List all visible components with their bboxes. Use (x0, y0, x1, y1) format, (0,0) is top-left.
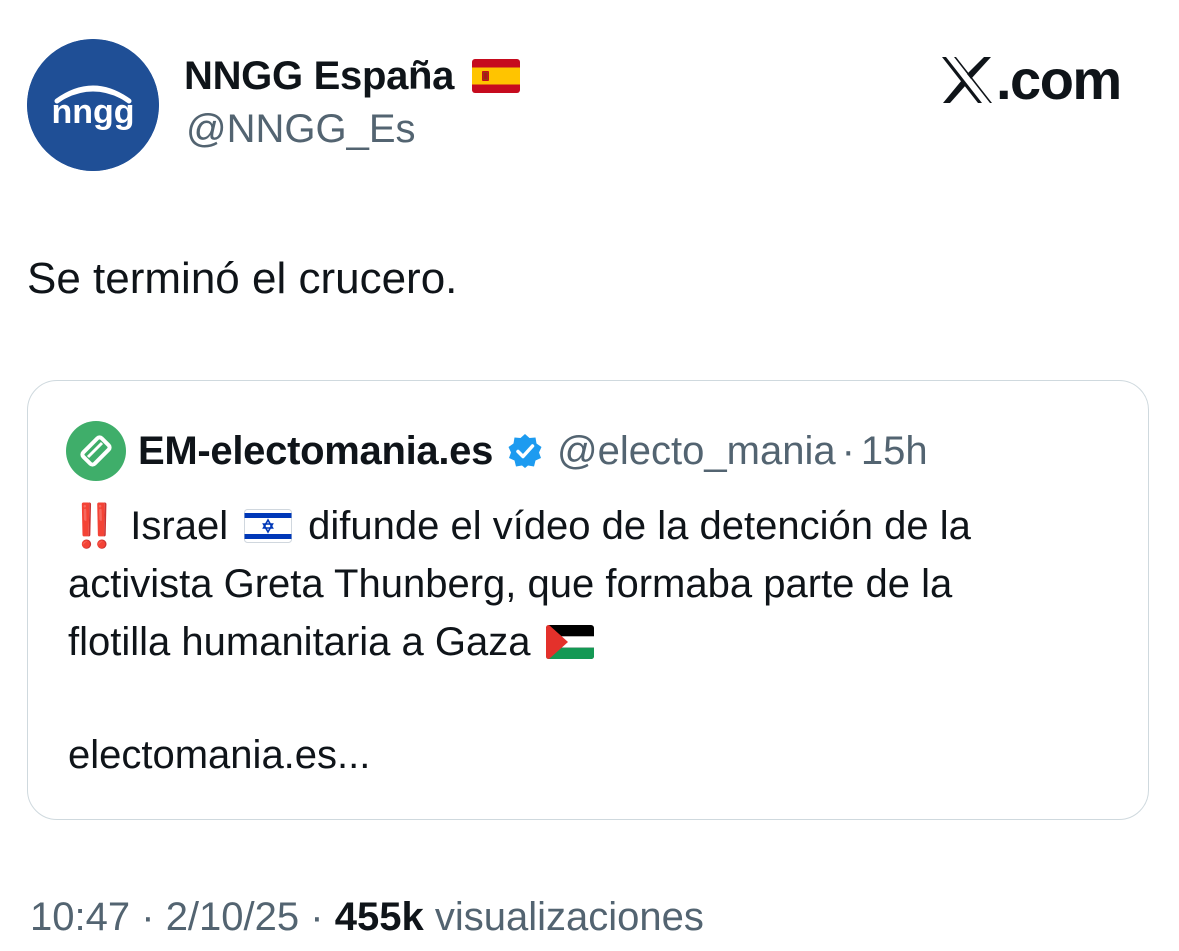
quoted-tweet-card[interactable]: EM-electomania.es @electo_mania · 15h ‼️… (27, 380, 1149, 820)
spain-flag-icon (472, 59, 521, 93)
quoted-tweet-header: EM-electomania.es @electo_mania · 15h (66, 421, 928, 481)
quoted-line-3: flotilla humanitaria a Gaza (68, 613, 1128, 671)
tweet-time[interactable]: 10:47 (30, 895, 130, 939)
nngg-logo-icon: nngg (27, 39, 159, 171)
quoted-tweet-body: ‼️ Israel difunde el vídeo de la detenci… (68, 497, 1128, 671)
author-avatar[interactable]: nngg (27, 39, 159, 171)
meta-separator-1: · (141, 895, 155, 939)
quoted-line-1: ‼️ Israel difunde el vídeo de la detenci… (68, 497, 1128, 555)
quoted-link[interactable]: electomania.es... (68, 726, 370, 784)
author-handle[interactable]: @NNGG_Es (186, 107, 416, 152)
palestine-flag-icon (546, 625, 595, 659)
double-exclamation-icon: ‼️ (68, 502, 120, 549)
author-display-name[interactable]: NNGG España (184, 54, 454, 99)
tweet-date[interactable]: 2/10/25 (166, 895, 299, 939)
brand-text: .com (996, 48, 1122, 111)
views-count[interactable]: 455k (335, 895, 424, 939)
svg-text:nngg: nngg (51, 93, 134, 131)
quoted-time[interactable]: 15h (861, 429, 928, 474)
quoted-display-name[interactable]: EM-electomania.es (138, 429, 493, 474)
meta-separator-2: · (310, 895, 324, 939)
quoted-line-2: activista Greta Thunberg, que formaba pa… (68, 562, 953, 606)
x-logo-icon (942, 57, 992, 103)
quoted-text-israel: Israel (130, 504, 229, 548)
verified-badge-icon (508, 434, 542, 468)
quoted-text-line1-rest: difunde el vídeo de la detención de la (308, 504, 971, 548)
tweet-text: Se terminó el crucero. (27, 254, 458, 303)
quoted-separator: · (841, 428, 855, 473)
israel-flag-icon (244, 509, 293, 543)
electomania-avatar-icon[interactable] (66, 421, 126, 481)
author-name-row: NNGG España (184, 52, 521, 100)
brand-xcom: .com (940, 48, 1122, 111)
tweet-meta: 10:47 · 2/10/25 · 455k visualizaciones (30, 889, 704, 945)
views-label[interactable]: visualizaciones (435, 895, 704, 939)
tweet-screenshot: nngg NNGG España @NNGG_Es .com Se termin… (0, 0, 1179, 951)
quoted-handle[interactable]: @electo_mania (557, 429, 836, 474)
quoted-text-line3: flotilla humanitaria a Gaza (68, 620, 531, 664)
